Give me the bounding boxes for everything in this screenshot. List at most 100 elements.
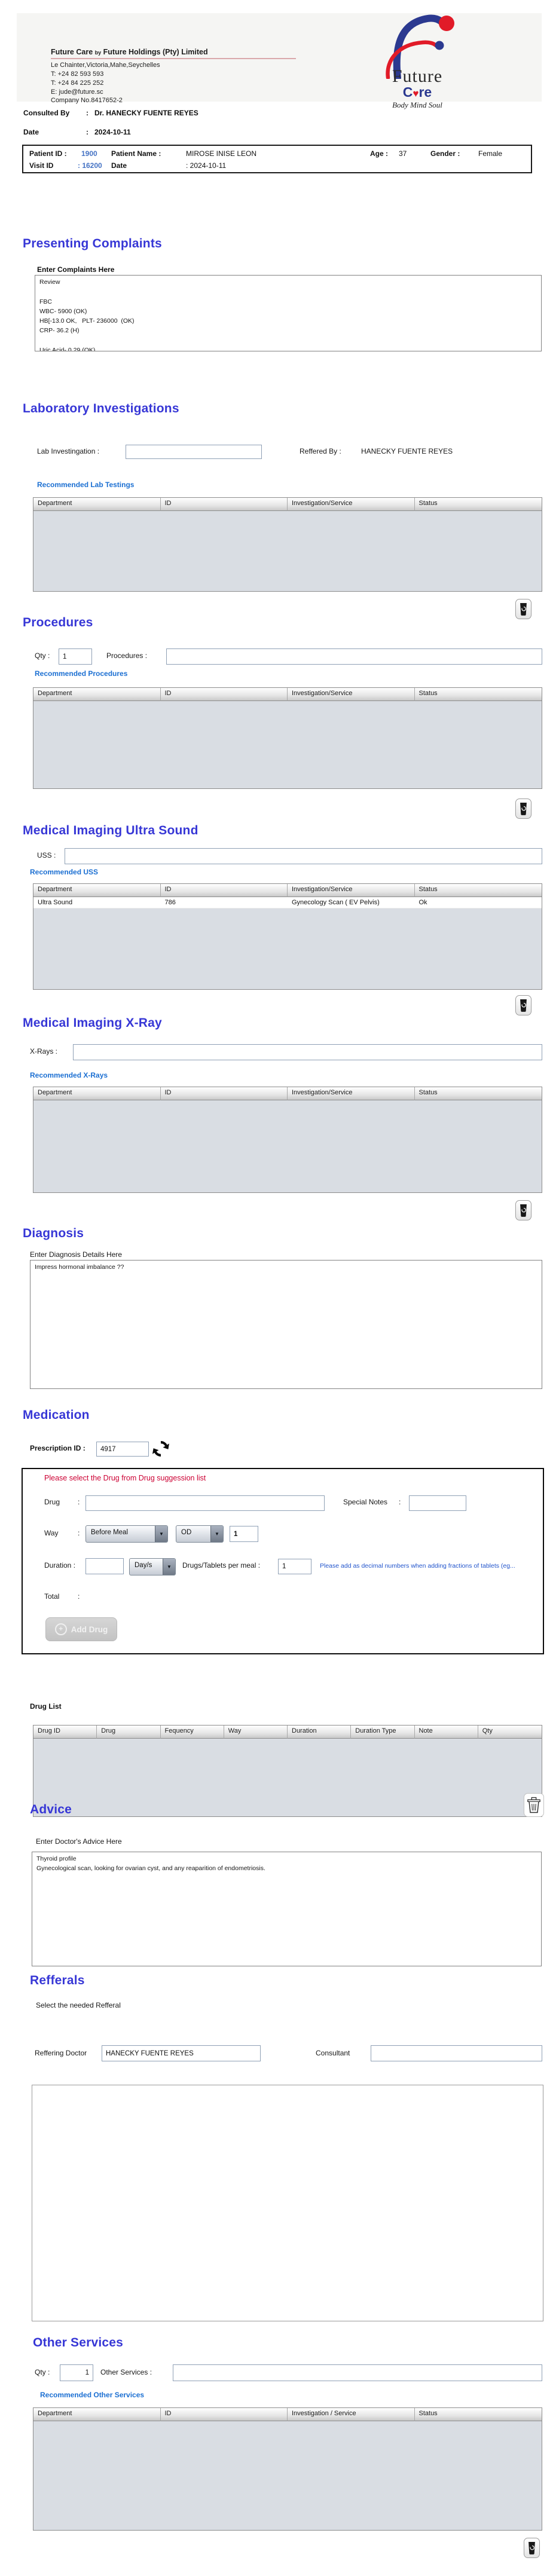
- section-title-other-services: Other Services: [33, 2336, 124, 2349]
- consultant-input[interactable]: [371, 2045, 542, 2061]
- column-header: Status: [414, 688, 542, 701]
- frequency-dropdown[interactable]: OD ▼: [176, 1525, 224, 1543]
- consulted-by-colon: :: [86, 109, 88, 117]
- add-drug-button[interactable]: + Add Drug: [45, 1617, 117, 1641]
- total-colon: :: [78, 1592, 80, 1601]
- per-meal-input[interactable]: [278, 1559, 311, 1574]
- referred-by-label: Reffered By :: [300, 447, 341, 455]
- column-header: Investigation/Service: [288, 884, 415, 897]
- recommended-uss-link[interactable]: Recommended USS: [30, 868, 98, 876]
- table-cell: Gynecology Scan ( EV Pelvis): [292, 899, 380, 906]
- frequency-qty-input[interactable]: [230, 1526, 258, 1542]
- way-colon: :: [78, 1529, 80, 1537]
- visit-date-value: : 2024-10-11: [186, 161, 227, 170]
- table-header-row: Department ID Investigation/Service Status: [33, 884, 542, 897]
- total-label: Total: [44, 1592, 60, 1601]
- drug-input[interactable]: [85, 1495, 325, 1511]
- table-row[interactable]: Ultra Sound 786 Gynecology Scan ( EV Pelvi…: [33, 897, 542, 908]
- prescription-id-input[interactable]: [96, 1442, 149, 1457]
- advice-textarea[interactable]: Thyroid profile Gynecological scan, look…: [32, 1852, 542, 1966]
- lab-investigation-input[interactable]: [126, 445, 262, 459]
- column-header: Duration Type: [351, 1726, 415, 1739]
- referring-doctor-input[interactable]: [102, 2045, 261, 2061]
- column-header: Way: [224, 1726, 288, 1739]
- table-body[interactable]: [33, 2421, 542, 2530]
- section-title-advice: Advice: [30, 1803, 72, 1816]
- frequency-dropdown-value: OD: [181, 1529, 192, 1536]
- column-header: Investigation/Service: [288, 688, 415, 701]
- table-cell: Ultra Sound: [38, 899, 73, 906]
- duration-unit-dropdown[interactable]: Day/s ▼: [129, 1558, 176, 1575]
- table-body[interactable]: Ultra Sound 786 Gynecology Scan ( EV Pelvi…: [33, 897, 542, 989]
- fraction-note: Please add as decimal numbers when addin…: [320, 1562, 515, 1570]
- diagnosis-textarea[interactable]: Impress hormonal imbalance ??: [30, 1260, 542, 1389]
- consultation-page: Future Care by Future Holdings (Pty) Lim…: [0, 0, 556, 2576]
- lab-delete-button[interactable]: [515, 599, 531, 619]
- other-services-table: Department ID Investigation / Service Statu…: [33, 2407, 542, 2531]
- lab-investigation-label: Lab Investingation :: [37, 447, 100, 455]
- referrals-sublabel: Select the needed Refferal: [36, 2001, 121, 2009]
- section-title-ultrasound: Medical Imaging Ultra Sound: [23, 824, 198, 837]
- column-header: Department: [33, 498, 161, 511]
- column-header: ID: [160, 2408, 288, 2421]
- patient-name-label: Patient Name :: [111, 149, 161, 158]
- uss-input[interactable]: [65, 848, 542, 864]
- referral-list-box[interactable]: [32, 2085, 543, 2321]
- procedures-input[interactable]: [166, 648, 542, 665]
- way-dropdown[interactable]: Before Meal ▼: [85, 1525, 168, 1543]
- duration-input[interactable]: [85, 1558, 124, 1574]
- visit-date-label: Date: [111, 161, 127, 170]
- other-qty-input[interactable]: [60, 2364, 93, 2381]
- column-header: Investigation / Service: [288, 2408, 415, 2421]
- column-header: Fequency: [160, 1726, 224, 1739]
- way-label: Way: [44, 1529, 59, 1537]
- consult-date-value: 2024-10-11: [94, 128, 131, 136]
- section-title-referrals: Refferals: [30, 1974, 85, 1987]
- recommended-xrays-link[interactable]: Recommended X-Rays: [30, 1071, 108, 1079]
- age-label: Age :: [370, 149, 388, 158]
- table-header-row: Department ID Investigation/Service Status: [33, 1087, 542, 1100]
- xray-delete-button[interactable]: [515, 1200, 531, 1220]
- other-services-input[interactable]: [173, 2364, 542, 2381]
- referred-by-value: HANECKY FUENTE REYES: [361, 447, 453, 455]
- recommended-lab-testings-link[interactable]: Recommended Lab Testings: [37, 481, 134, 489]
- brand-logo: Future C♥re Body Mind Soul: [358, 8, 477, 110]
- column-header: ID: [160, 498, 288, 511]
- xray-input[interactable]: [73, 1044, 542, 1060]
- table-body[interactable]: [33, 701, 542, 788]
- column-header: Department: [33, 884, 161, 897]
- other-services-delete-button[interactable]: [524, 2538, 540, 2558]
- logo-tagline: Body Mind Soul: [392, 100, 442, 109]
- column-header: Drug: [97, 1726, 161, 1739]
- advice-label: Enter Doctor's Advice Here: [36, 1837, 122, 1846]
- trash-icon: [520, 1204, 527, 1217]
- table-body[interactable]: [33, 511, 542, 591]
- uss-delete-button[interactable]: [515, 995, 531, 1015]
- recommended-other-services-link[interactable]: Recommended Other Services: [40, 2391, 144, 2399]
- table-body[interactable]: [33, 1739, 542, 1816]
- diagnosis-label: Enter Diagnosis Details Here: [30, 1250, 123, 1259]
- complaints-textarea[interactable]: Review FBC WBC- 5900 (OK) HB[-13.0 OK, P…: [35, 275, 542, 351]
- procedures-qty-input[interactable]: [59, 648, 92, 665]
- drug-list-delete-button[interactable]: [524, 1793, 544, 1817]
- consulted-by-value: Dr. HANECKY FUENTE REYES: [94, 109, 198, 117]
- phone-line-2: T: +24 84 225 252: [51, 79, 104, 87]
- heart-icon: ♥: [413, 88, 419, 99]
- table-body[interactable]: [33, 1100, 542, 1192]
- column-header: Status: [414, 1087, 542, 1100]
- column-header: Status: [414, 884, 542, 897]
- column-header: Qty: [478, 1726, 542, 1739]
- procedures-input-label: Procedures :: [106, 651, 148, 660]
- section-title-laboratory-investigations: Laboratory Investigations: [23, 402, 179, 415]
- special-notes-input[interactable]: [409, 1495, 466, 1511]
- procedures-delete-button[interactable]: [515, 799, 531, 819]
- refresh-icon: [152, 1441, 169, 1457]
- plus-circle-icon: +: [54, 1623, 67, 1635]
- complaints-label: Enter Complaints Here: [37, 265, 115, 274]
- column-header: ID: [160, 1087, 288, 1100]
- recommended-procedures-link[interactable]: Recommended Procedures: [35, 669, 127, 678]
- visit-id-value: : 16200: [78, 161, 102, 170]
- prescription-refresh-button[interactable]: [152, 1439, 170, 1461]
- column-header: Drug ID: [33, 1726, 97, 1739]
- trash-icon: [528, 2542, 535, 2554]
